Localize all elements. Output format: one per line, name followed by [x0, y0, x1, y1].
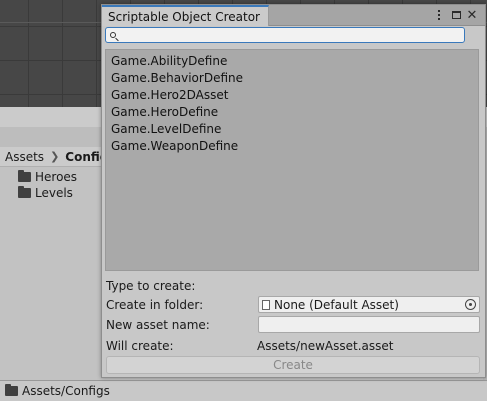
folder-label: Levels [35, 186, 73, 200]
list-item[interactable]: Game.WeaponDefine [106, 138, 478, 155]
maximize-icon[interactable] [449, 7, 463, 23]
window-titlebar[interactable]: Scriptable Object Creator ✕ [102, 5, 485, 26]
object-picker-icon[interactable] [465, 299, 476, 310]
folder-label: Create in folder: [106, 298, 204, 312]
name-row: New asset name: [106, 316, 257, 334]
asset-name-input[interactable] [258, 316, 480, 333]
will-create-value: Assets/newAsset.asset [257, 339, 394, 353]
create-button[interactable]: Create [106, 356, 480, 374]
list-item[interactable]: Game.LevelDefine [106, 121, 478, 138]
folder-value: None (Default Asset) [274, 297, 399, 312]
name-label: New asset name: [106, 318, 210, 332]
list-item[interactable]: Game.BehaviorDefine [106, 70, 478, 87]
folder-label: Heroes [35, 170, 78, 184]
window-tab[interactable]: Scriptable Object Creator [102, 5, 269, 26]
type-list[interactable]: Game.AbilityDefine Game.BehaviorDefine G… [105, 49, 479, 271]
status-path: Assets/Configs [22, 384, 110, 398]
folder-icon [18, 170, 31, 182]
folder-object-field[interactable]: None (Default Asset) [258, 296, 480, 313]
type-label: Type to create: [106, 279, 196, 293]
kebab-menu-icon[interactable] [432, 7, 446, 23]
breadcrumb-root[interactable]: Assets [5, 150, 44, 164]
window-title: Scriptable Object Creator [108, 9, 260, 24]
close-icon[interactable]: ✕ [465, 7, 479, 23]
document-icon [262, 299, 270, 310]
scriptable-object-creator-window: Scriptable Object Creator ✕ Game.Ability… [101, 4, 486, 378]
status-bar: Assets/Configs [0, 380, 487, 401]
search-input[interactable] [116, 28, 464, 42]
folder-icon [5, 384, 18, 396]
search-field[interactable] [105, 27, 465, 43]
folder-row: Create in folder: [106, 296, 257, 314]
folder-icon [18, 186, 31, 198]
chevron-right-icon: ❯ [50, 150, 60, 163]
list-item[interactable]: Game.Hero2DAsset [106, 87, 478, 104]
folder-item-heroes[interactable]: Heroes [18, 169, 77, 185]
list-item[interactable]: Game.AbilityDefine [106, 53, 478, 70]
list-item[interactable]: Game.HeroDefine [106, 104, 478, 121]
will-create-row: Will create: Assets/newAsset.asset [106, 337, 393, 355]
type-row: Type to create: [106, 277, 257, 295]
folder-item-levels[interactable]: Levels [18, 185, 73, 201]
will-create-label: Will create: [106, 339, 174, 353]
search-icon [110, 32, 116, 38]
